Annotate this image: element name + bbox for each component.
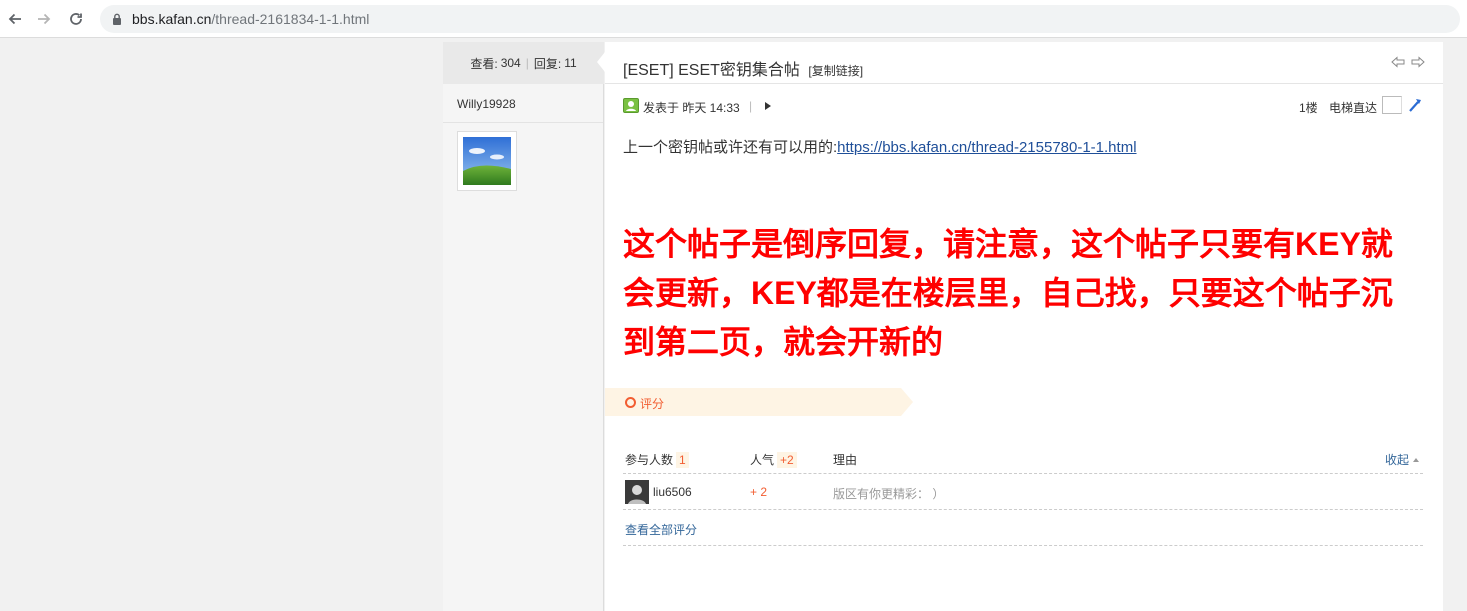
popularity-label: 人气 xyxy=(750,453,775,467)
arrow-left-icon xyxy=(8,13,21,25)
forward-button[interactable] xyxy=(33,8,55,30)
author-sidebar: 查看: 304 | 回复: 11 Willy19928 xyxy=(443,42,604,611)
views-count: 304 xyxy=(500,56,521,70)
user-photo-icon xyxy=(625,480,649,504)
collapse-button[interactable]: 收起 xyxy=(1385,451,1419,468)
back-button[interactable] xyxy=(4,8,26,30)
reload-button[interactable] xyxy=(65,8,87,30)
rater-reason: 版区有你更精彩： ） xyxy=(833,487,945,501)
jump-go-icon[interactable] xyxy=(1407,97,1423,113)
reload-icon xyxy=(70,13,82,25)
post-notice: 这个帖子是倒序回复，请注意，这个帖子只要有KEY就会更新，KEY都是在楼层里，自… xyxy=(623,226,1393,360)
online-user-icon xyxy=(623,98,639,113)
post-intro: 上一个密钥帖或许还有可以用的:https://bbs.kafan.cn/thre… xyxy=(623,136,1137,157)
collapse-label: 收起 xyxy=(1384,453,1409,467)
previous-thread-icon[interactable] xyxy=(1391,56,1405,68)
participants-count: 1 xyxy=(676,452,689,468)
intro-text: 上一个密钥帖或许还有可以用的: xyxy=(623,139,838,156)
divider xyxy=(443,122,603,123)
reason-header: 理由 xyxy=(833,453,858,467)
participants-label: 参与人数 xyxy=(625,453,674,467)
floor-number: 1楼 xyxy=(1299,101,1318,115)
popularity-value: +2 xyxy=(777,452,797,468)
table-row: liu6506 + 2 版区有你更精彩： ） xyxy=(623,474,1423,510)
thread-title-text: [ESET] ESET密钥集合帖 xyxy=(623,62,800,79)
copy-link-button[interactable]: [复制链接] xyxy=(808,64,863,78)
url-text: bbs.kafan.cn/thread-2161834-1-1.html xyxy=(132,11,369,27)
url-host: bbs.kafan.cn xyxy=(132,11,212,27)
address-bar[interactable]: bbs.kafan.cn/thread-2161834-1-1.html xyxy=(100,5,1460,33)
thread-nav xyxy=(1391,56,1425,68)
rater-name[interactable]: liu6506 xyxy=(653,485,692,499)
rating-table-header: 参与人数 1 人气 +2 理由 收起 xyxy=(623,440,1423,474)
previous-thread-link[interactable]: https://bbs.kafan.cn/thread-2155780-1-1.… xyxy=(837,139,1136,156)
thread-title: [ESET] ESET密钥集合帖 [复制链接] xyxy=(623,56,863,80)
author-avatar[interactable] xyxy=(457,131,517,191)
rater-avatar[interactable] xyxy=(625,480,649,504)
rating-footer: 查看全部评分 xyxy=(623,510,1423,546)
author-name[interactable]: Willy19928 xyxy=(457,97,516,111)
rating-header: 评分 xyxy=(605,388,913,416)
post-meta: 发表于 昨天 14:33 | 1楼 电梯直达 xyxy=(623,96,1423,116)
avatar-landscape-icon xyxy=(463,137,511,185)
elevator-label: 电梯直达 xyxy=(1329,101,1378,115)
rating-circle-icon xyxy=(625,397,636,408)
arrow-right-icon xyxy=(38,13,51,25)
post-content: [ESET] ESET密钥集合帖 [复制链接] 发表于 昨天 14:33 | 1… xyxy=(605,42,1443,611)
participants: 参与人数 1 xyxy=(625,451,689,468)
popularity: 人气 +2 xyxy=(750,451,797,468)
lock-icon xyxy=(113,13,121,25)
caret-up-icon xyxy=(1413,458,1419,462)
thread-header: [ESET] ESET密钥集合帖 [复制链接] xyxy=(605,42,1443,84)
post-time: 发表于 昨天 14:33 xyxy=(643,101,740,115)
view-all-ratings-link[interactable]: 查看全部评分 xyxy=(625,521,697,538)
replies-label: 回复: xyxy=(533,56,562,71)
floor-jump-input[interactable] xyxy=(1382,96,1402,114)
rating-label: 评分 xyxy=(640,397,665,411)
meta-separator: | xyxy=(749,99,753,113)
browser-toolbar: bbs.kafan.cn/thread-2161834-1-1.html xyxy=(0,0,1467,38)
play-arrow-icon[interactable] xyxy=(765,102,771,110)
url-path: /thread-2161834-1-1.html xyxy=(211,11,370,27)
replies-count: 11 xyxy=(564,56,577,70)
stats-separator: | xyxy=(525,56,529,70)
thread-stats: 查看: 304 | 回复: 11 xyxy=(443,42,604,84)
stats-pointer xyxy=(597,52,605,72)
rater-points: + 2 xyxy=(750,485,768,499)
rating-table: 参与人数 1 人气 +2 理由 收起 liu6506 + 2 版区有你更精彩： ） … xyxy=(623,440,1423,546)
next-thread-icon[interactable] xyxy=(1411,56,1425,68)
views-label: 查看: xyxy=(470,56,498,71)
